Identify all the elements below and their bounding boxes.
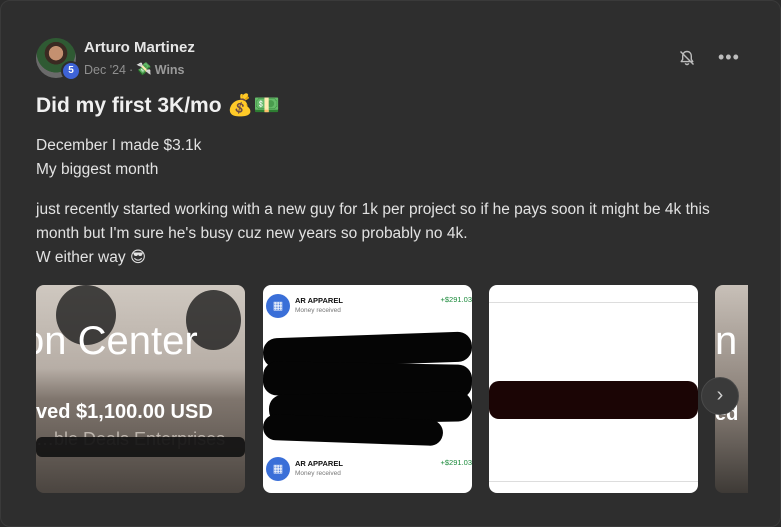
transaction-row: ▦ AR APPAREL Money received +$291.03 xyxy=(263,452,472,492)
image-gallery: on Center ved $1,100.00 USD …ble Deals E… xyxy=(36,285,748,493)
image-text: on Center xyxy=(36,319,198,363)
post-body: December I made $3.1k My biggest month j… xyxy=(36,134,751,270)
post-title[interactable]: Did my first 3K/mo 💰💵 xyxy=(36,94,280,118)
more-options-icon[interactable]: ••• xyxy=(718,47,740,68)
transaction-status: Money received xyxy=(295,307,341,314)
store-icon: ▦ xyxy=(266,294,290,318)
post-category[interactable]: Wins xyxy=(155,63,185,77)
transaction-row: ▦ AR APPAREL Money received +$291.03 xyxy=(263,289,472,329)
transaction-name: AR APPAREL xyxy=(295,459,343,468)
level-badge: 5 xyxy=(61,61,81,81)
body-line: My biggest month xyxy=(36,161,159,178)
gallery-next-button[interactable]: › xyxy=(701,377,739,415)
author-name[interactable]: Arturo Martinez xyxy=(84,39,195,56)
category-icon: 💸 xyxy=(136,62,152,76)
transaction-name: AR APPAREL xyxy=(295,296,343,305)
image-text: n xyxy=(715,319,738,363)
post-card: 5 Arturo Martinez Dec '24 · 💸 Wins ••• D… xyxy=(0,0,781,527)
store-icon: ▦ xyxy=(266,457,290,481)
body-line: December I made $3.1k xyxy=(36,137,202,154)
gallery-image-1[interactable]: on Center ved $1,100.00 USD …ble Deals E… xyxy=(36,285,245,493)
post-header: 5 Arturo Martinez Dec '24 · 💸 Wins ••• xyxy=(36,37,756,81)
body-line: W either way 😎 xyxy=(36,249,147,266)
transaction-status: Money received xyxy=(295,470,341,477)
meta-separator: · xyxy=(129,62,134,77)
redaction-mark xyxy=(489,381,698,419)
gallery-image-3[interactable] xyxy=(489,285,698,493)
redaction-mark xyxy=(36,437,245,457)
post-date[interactable]: Dec '24 xyxy=(84,63,126,77)
post-meta: Dec '24 · 💸 Wins xyxy=(84,62,185,77)
transaction-amount: +$291.03 xyxy=(440,295,473,304)
image-text: ved $1,100.00 USD xyxy=(36,401,213,423)
transaction-amount: +$291.03 xyxy=(440,458,473,467)
bell-off-icon[interactable] xyxy=(678,49,696,67)
body-line: just recently started working with a new… xyxy=(36,201,710,242)
gallery-image-2[interactable]: ▦ AR APPAREL Money received +$291.03 ▦ A… xyxy=(263,285,472,493)
